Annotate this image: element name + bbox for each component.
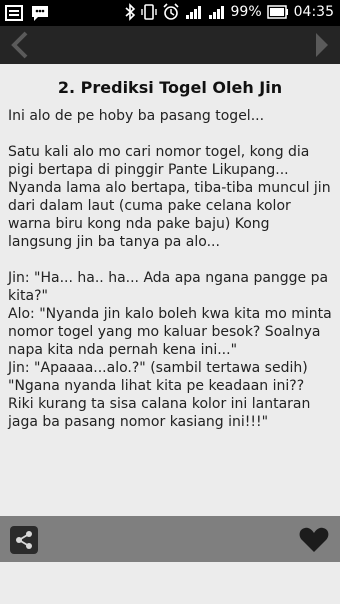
alarm-icon — [162, 3, 179, 20]
bbm-chat-icon — [32, 6, 48, 21]
signal-icon — [185, 6, 201, 19]
battery-percent: 99% — [230, 4, 262, 20]
battery-icon — [266, 5, 288, 19]
status-bar: 99% 04:35 — [0, 0, 340, 26]
previous-button[interactable] — [6, 30, 36, 60]
favorite-button[interactable] — [298, 524, 330, 556]
article-body: Ini alo de pe hoby ba pasang togel... Sa… — [8, 108, 332, 430]
clock: 04:35 — [293, 4, 334, 20]
signal-icon — [208, 6, 224, 19]
next-button[interactable] — [306, 30, 336, 60]
bottom-bar — [0, 516, 340, 562]
notification-square-icon — [5, 5, 23, 21]
bottom-spacer — [0, 562, 340, 604]
share-button[interactable] — [10, 526, 38, 554]
article-title: 2. Prediksi Togel Oleh Jin — [57, 78, 283, 97]
vibrate-icon — [140, 4, 157, 20]
share-icon — [16, 531, 32, 549]
chevron-left-icon — [11, 31, 28, 59]
chevron-right-icon — [316, 33, 328, 57]
toolbar — [0, 26, 340, 64]
article-content[interactable]: 2. Prediksi Togel Oleh Jin Ini alo de pe… — [0, 64, 340, 516]
heart-icon — [299, 527, 329, 552]
bluetooth-icon — [124, 3, 135, 21]
